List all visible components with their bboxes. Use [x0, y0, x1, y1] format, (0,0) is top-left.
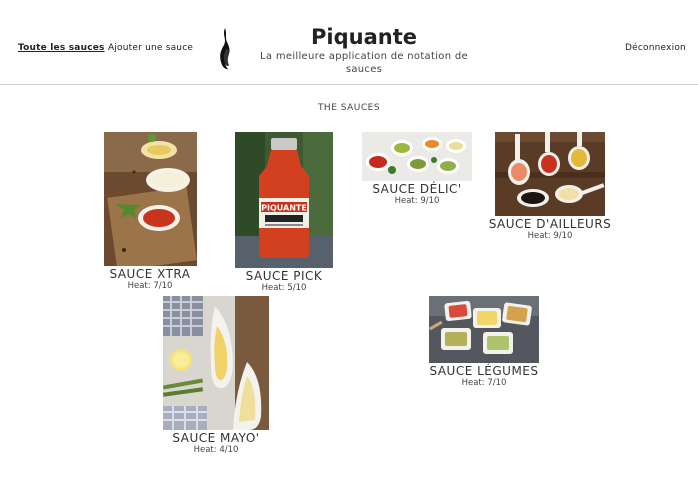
sauce-heat: Heat: 7/10 — [424, 378, 544, 389]
heat-value: 7/10 — [153, 281, 173, 291]
sauce-card[interactable]: SAUCE DÉLIC' Heat: 9/10 — [358, 132, 476, 207]
brand-block: Piquante La meilleure application de not… — [258, 24, 470, 76]
sauce-heat: Heat: 7/10 — [95, 281, 205, 292]
sauce-heat: Heat: 9/10 — [358, 196, 476, 207]
app-subtitle-line2: sauces — [345, 64, 383, 75]
sauce-card[interactable]: SAUCE MAYO' Heat: 4/10 — [156, 296, 276, 456]
sauce-image[interactable] — [495, 132, 605, 216]
heat-label: Heat: — [527, 231, 554, 241]
sauce-image[interactable] — [429, 296, 539, 363]
heat-label: Heat: — [127, 281, 154, 291]
heat-value: 7/10 — [487, 378, 507, 388]
sauce-name: SAUCE MAYO' — [172, 431, 260, 445]
heat-label: Heat: — [461, 378, 488, 388]
sauce-card[interactable]: PIQUANTE SAUCE PICK Heat: 5/10 — [228, 132, 340, 294]
sauce-name: SAUCE PICK — [245, 269, 323, 283]
section-title: THE SAUCES — [317, 103, 381, 113]
sauce-card[interactable]: SAUCE LÉGUMES Heat: 7/10 — [424, 296, 544, 389]
heat-label: Heat: — [261, 283, 288, 293]
sauce-image[interactable]: PIQUANTE — [235, 132, 333, 268]
app-subtitle-line1: La meilleure application de notation de — [260, 51, 468, 62]
heat-value: 9/10 — [420, 196, 440, 206]
sauce-image[interactable] — [362, 132, 472, 181]
app-title: Piquante — [311, 25, 417, 49]
heat-label: Heat: — [394, 196, 421, 206]
flame-icon — [214, 27, 236, 71]
heat-value: 4/10 — [219, 445, 239, 455]
svg-text:PIQUANTE: PIQUANTE — [261, 204, 307, 213]
nav-add-sauce-link[interactable]: Ajouter une sauce — [108, 43, 193, 53]
sauce-name: SAUCE D'AILLEURS — [488, 217, 612, 231]
heat-value: 5/10 — [287, 283, 307, 293]
sauce-image[interactable] — [163, 296, 269, 430]
sauce-image[interactable] — [103, 132, 197, 266]
nav-all-sauces-link[interactable]: Toute les sauces — [18, 43, 105, 53]
logout-link[interactable]: Déconnexion — [625, 43, 686, 53]
sauce-name: SAUCE LÉGUMES — [429, 364, 539, 378]
heat-value: 9/10 — [553, 231, 573, 241]
sauce-heat: Heat: 9/10 — [488, 231, 612, 242]
sauce-name: SAUCE DÉLIC' — [372, 182, 462, 196]
sauce-card[interactable]: SAUCE D'AILLEURS Heat: 9/10 — [488, 132, 612, 242]
sauce-heat: Heat: 5/10 — [228, 283, 340, 294]
sauce-heat: Heat: 4/10 — [156, 445, 276, 456]
app-header: Toute les sauces Ajouter une sauce Piqua… — [0, 0, 698, 85]
sauce-card[interactable]: SAUCE XTRA Heat: 7/10 — [95, 132, 205, 292]
heat-label: Heat: — [193, 445, 220, 455]
sauce-name: SAUCE XTRA — [109, 267, 191, 281]
